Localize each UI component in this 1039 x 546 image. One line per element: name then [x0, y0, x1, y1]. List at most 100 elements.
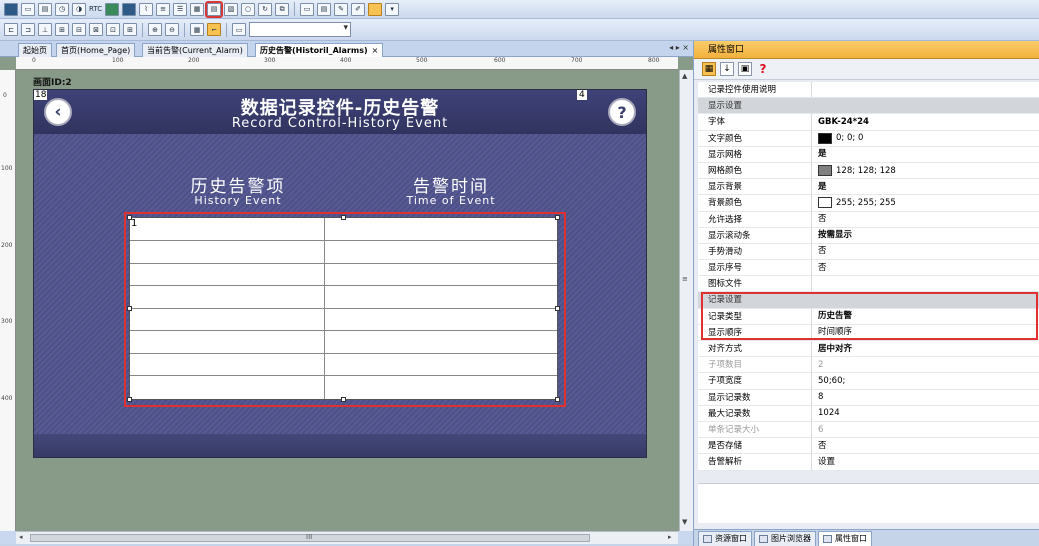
meter-tool-icon[interactable]	[105, 2, 120, 16]
property-row[interactable]: 单条记录大小 6	[698, 421, 1039, 439]
toggle-tool-icon[interactable]: ◑	[72, 2, 86, 16]
property-row[interactable]: 记录控件使用说明	[698, 82, 1039, 99]
property-row[interactable]: 是否存储否	[698, 438, 1039, 455]
align-center-icon[interactable]: ⊐	[21, 23, 35, 36]
color-swatch[interactable]	[818, 165, 832, 177]
vertical-scrollbar[interactable]: ▲ ≡ ▼	[679, 70, 693, 531]
property-value[interactable]: 按需显示	[812, 228, 1039, 243]
property-row[interactable]: 子项宽度 50;60;	[698, 373, 1039, 390]
same-height-icon[interactable]: ⊠	[89, 23, 103, 36]
zoom-in-icon[interactable]: ⊕	[148, 23, 162, 36]
help-button[interactable]: ?	[608, 98, 636, 126]
resize-handle[interactable]	[341, 397, 346, 402]
designer-canvas[interactable]: 0 100 200 300 400 500 600 700 800 0 100 …	[0, 57, 693, 531]
pen-tool-icon[interactable]: ✐	[351, 2, 366, 16]
scroll-up-icon[interactable]: ▲	[682, 72, 687, 80]
property-value[interactable]: 否	[812, 212, 1039, 227]
panel-tool-icon[interactable]: ▤	[317, 2, 332, 16]
record-control-grid[interactable]: 1	[129, 217, 558, 400]
tab-resource-window[interactable]: 资源窗口	[698, 531, 752, 546]
scroll-left-icon[interactable]: ◂	[19, 533, 23, 541]
property-row[interactable]: 允许选择否	[698, 211, 1039, 228]
same-width-icon[interactable]: ⊟	[72, 23, 86, 36]
property-row[interactable]: 网格颜色 128; 128; 128	[698, 162, 1039, 180]
same-size-icon[interactable]: ⊞	[55, 23, 69, 36]
help-icon[interactable]: ?	[756, 62, 770, 76]
property-row[interactable]: 记录类型 历史告警	[698, 308, 1039, 325]
record-control-tool-icon[interactable]: ▤	[205, 0, 224, 18]
property-pages-icon[interactable]: ▣	[738, 62, 752, 76]
copy-tool-icon[interactable]: ⧉	[275, 2, 290, 16]
property-value[interactable]: 50;60;	[812, 373, 1039, 388]
property-row[interactable]: 显示顺序 时间顺序	[698, 324, 1039, 341]
tab-home-page[interactable]: 首页(Home_Page)	[56, 43, 136, 57]
property-row[interactable]: 背景颜色 255; 255; 255	[698, 195, 1039, 212]
color-swatch[interactable]	[818, 197, 832, 209]
distribute-icon[interactable]: ⊡	[106, 23, 120, 36]
property-value[interactable]: 时间顺序	[812, 325, 1039, 340]
resize-handle[interactable]	[127, 215, 132, 220]
tab-nav-controls[interactable]: ◂ ▸ ×	[669, 43, 689, 52]
property-row[interactable]: 显示网格是	[698, 146, 1039, 163]
resize-handle[interactable]	[555, 397, 560, 402]
table-tool-icon[interactable]: ▦	[190, 2, 205, 16]
list-tool-icon[interactable]: ≡	[156, 2, 171, 16]
property-value[interactable]	[812, 276, 1039, 291]
window-tool-icon[interactable]: ▭	[300, 2, 315, 16]
circle-tool-icon[interactable]: ○	[241, 2, 256, 16]
zoom-out-icon[interactable]: ⊖	[165, 23, 179, 36]
hmi-screen[interactable]: ‹ 数据记录控件-历史告警 Record Control-History Eve…	[33, 89, 647, 458]
property-value[interactable]: 否	[812, 438, 1039, 453]
grid-toggle-icon[interactable]: ▦	[190, 23, 204, 36]
image-tool-icon[interactable]: ▧	[224, 2, 239, 16]
property-value[interactable]: 8	[812, 390, 1039, 405]
tab-current-alarm[interactable]: 当前告警(Current_Alarm)	[142, 43, 248, 57]
property-value[interactable]: 0; 0; 0	[812, 131, 1039, 146]
property-value[interactable]	[812, 82, 1039, 97]
resize-handle[interactable]	[341, 215, 346, 220]
tab-image-browser[interactable]: 图片浏览器	[754, 531, 816, 546]
property-value[interactable]: GBK-24*24	[812, 114, 1039, 129]
alphabetical-sort-icon[interactable]: ↓	[720, 62, 734, 76]
property-value[interactable]: 历史告警	[812, 309, 1039, 324]
align-left-icon[interactable]: ⊏	[4, 23, 18, 36]
property-row[interactable]: 手势滑动否	[698, 243, 1039, 261]
property-value[interactable]: 是	[812, 147, 1039, 162]
property-value[interactable]: 居中对齐	[812, 341, 1039, 356]
property-value[interactable]: 是	[812, 179, 1039, 194]
brush-tool-icon[interactable]: ✎	[334, 2, 349, 16]
resize-handle[interactable]	[127, 306, 132, 311]
property-value[interactable]: 设置	[812, 454, 1039, 469]
property-row[interactable]: 显示记录数 8	[698, 389, 1039, 406]
property-value[interactable]: 6	[812, 422, 1039, 437]
input-tool-icon[interactable]: ▤	[38, 2, 52, 16]
button-tool-icon[interactable]: ▭	[21, 2, 35, 16]
resize-handle[interactable]	[555, 306, 560, 311]
tab-close-icon[interactable]: ×	[372, 46, 379, 55]
categorized-view-icon[interactable]: ▦	[702, 62, 716, 76]
property-row[interactable]: 子项数目 2	[698, 357, 1039, 374]
property-value[interactable]: 255; 255; 255	[812, 195, 1039, 210]
resize-handle[interactable]	[555, 215, 560, 220]
group-icon[interactable]: ⊞	[123, 23, 137, 36]
rtc-tool-label[interactable]: RTC	[89, 5, 102, 13]
property-row[interactable]: 最大记录数 1024	[698, 405, 1039, 422]
scroll-grip-icon[interactable]: ≡	[682, 275, 688, 283]
fill-color-icon[interactable]	[368, 2, 383, 16]
resize-handle[interactable]	[127, 397, 132, 402]
property-section[interactable]: 显示设置	[698, 98, 1039, 115]
scroll-right-icon[interactable]: ▸	[668, 533, 672, 541]
chart-tool-icon[interactable]: ⌇	[139, 2, 154, 16]
line-color-icon[interactable]: ▾	[385, 2, 400, 16]
ruler-toggle-icon[interactable]: ⌐	[207, 23, 221, 36]
screen-select-combo[interactable]	[249, 22, 351, 37]
property-value[interactable]: 1024	[812, 406, 1039, 421]
horizontal-scrollbar[interactable]: ◂ III ▸	[16, 531, 678, 544]
property-value[interactable]: 128; 128; 128	[812, 163, 1039, 178]
property-row[interactable]: 字体 GBK-24*24	[698, 114, 1039, 131]
property-row[interactable]: 显示背景是	[698, 179, 1039, 196]
align-middle-icon[interactable]: ⊥	[38, 23, 52, 36]
property-row[interactable]: 显示序号否	[698, 260, 1039, 277]
property-value[interactable]: 2	[812, 357, 1039, 372]
tab-history-alarms[interactable]: 历史告警(Historil_Alarms) ×	[255, 43, 384, 57]
